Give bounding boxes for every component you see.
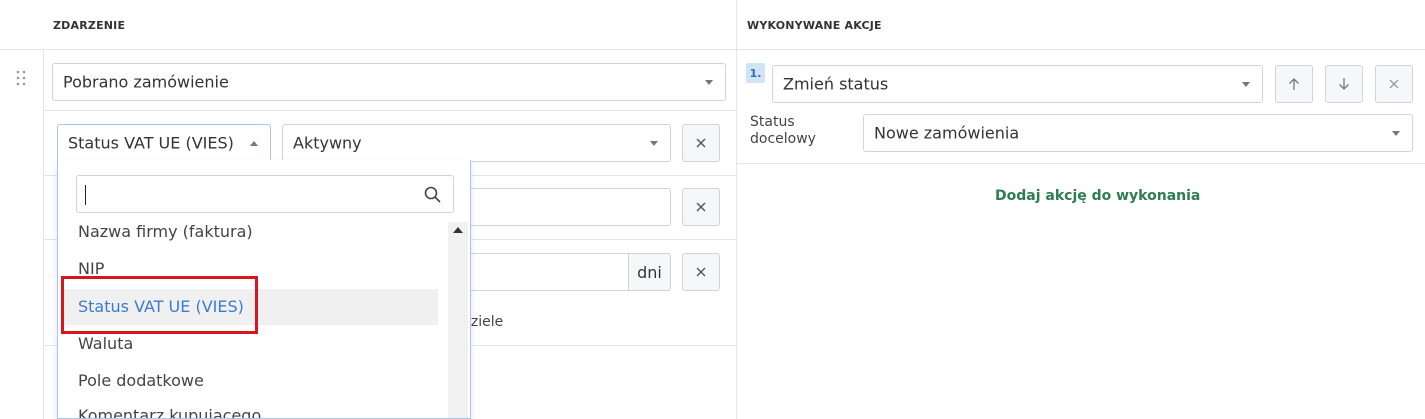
highlight-box — [61, 276, 258, 334]
close-icon — [696, 138, 706, 148]
event-trigger-value: Pobrano zamówienie — [63, 72, 229, 92]
event-trigger-select[interactable]: Pobrano zamówienie — [52, 63, 726, 101]
dropdown-option[interactable]: Pole dodatkowe — [78, 371, 204, 390]
text-cursor — [85, 185, 86, 205]
remove-condition-button[interactable] — [682, 124, 720, 162]
search-icon — [424, 186, 441, 203]
target-status-label: Status docelowy — [750, 114, 816, 147]
condition-operator-value: Aktywny — [293, 133, 362, 153]
row-divider — [43, 110, 736, 111]
dropdown-option[interactable]: Komentarz kupującego — [78, 406, 261, 418]
arrow-down-icon — [1339, 78, 1349, 90]
event-column-header: ZDARZENIE — [53, 19, 126, 32]
column-divider — [736, 0, 737, 419]
condition-field-value: Status VAT UE (VIES) — [68, 133, 234, 153]
dropdown-search-input[interactable] — [76, 175, 454, 213]
left-gutter-divider — [43, 49, 44, 419]
add-action-link[interactable]: Dodaj akcję do wykonania — [995, 188, 1200, 204]
chevron-down-icon — [650, 141, 658, 146]
remove-condition-button[interactable] — [682, 253, 720, 291]
actions-column-header: WYKONYWANE AKCJE — [747, 19, 882, 32]
chevron-down-icon — [1242, 82, 1250, 87]
move-up-button[interactable] — [1275, 65, 1313, 103]
target-status-select[interactable]: Nowe zamówienia — [863, 114, 1413, 152]
days-unit-addon: dni — [628, 253, 671, 291]
drag-handle-icon[interactable] — [16, 70, 26, 86]
close-icon — [696, 202, 706, 212]
action-type-select[interactable]: Zmień status — [772, 65, 1263, 103]
dropdown-scrollbar[interactable] — [448, 222, 468, 418]
condition-operator-select[interactable]: Aktywny — [282, 124, 671, 162]
dropdown-option[interactable]: Waluta — [78, 334, 133, 353]
close-icon — [696, 267, 706, 277]
chevron-up-icon — [250, 141, 258, 146]
arrow-up-icon — [1289, 78, 1299, 90]
scroll-up-arrow-icon — [453, 227, 463, 233]
condition-field-select[interactable]: Status VAT UE (VIES) — [57, 124, 271, 162]
target-status-value: Nowe zamówienia — [874, 123, 1020, 143]
header-divider — [0, 49, 1425, 50]
chevron-down-icon — [705, 80, 713, 85]
move-down-button[interactable] — [1325, 65, 1363, 103]
remove-condition-button[interactable] — [682, 188, 720, 226]
action-type-value: Zmień status — [783, 74, 889, 94]
close-icon — [1389, 79, 1399, 89]
dropdown-option[interactable]: Nazwa firmy (faktura) — [78, 222, 253, 241]
action-number-badge: 1. — [746, 63, 765, 83]
remove-action-button[interactable] — [1375, 65, 1413, 103]
condition-field-dropdown: Nazwa firmy (faktura) NIP Status VAT UE … — [57, 160, 471, 419]
chevron-down-icon — [1392, 131, 1400, 136]
action-divider — [737, 163, 1425, 164]
